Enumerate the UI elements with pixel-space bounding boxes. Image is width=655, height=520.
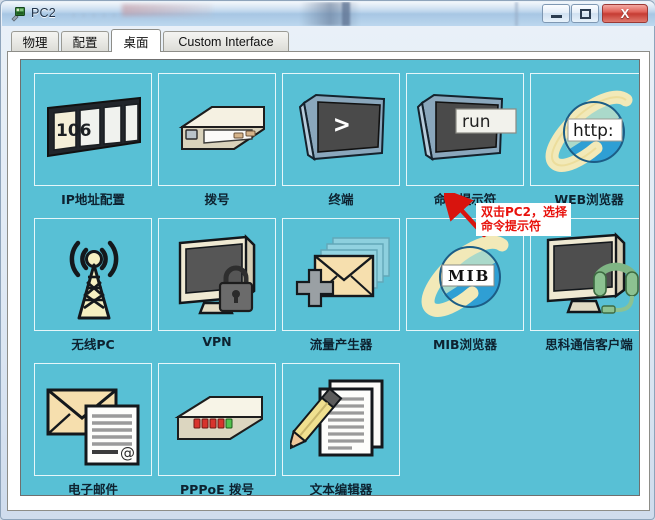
desktop-icon-label: 思科通信客户端 bbox=[545, 337, 633, 352]
window-title-blurred-text: · · · · · bbox=[72, 10, 118, 21]
tab-content-panel: 106 IP地址配置 拨号 > 终端 run 命令提示符 http: WEB浏览… bbox=[7, 51, 650, 511]
desktop-app-email-envelope[interactable]: @ bbox=[34, 363, 152, 476]
titlebar-artifact-pink bbox=[122, 4, 212, 16]
desktop-app-pppoe-dialup[interactable] bbox=[158, 363, 276, 476]
svg-text:@: @ bbox=[120, 444, 135, 462]
web-browser-globe-icon: http: bbox=[531, 74, 639, 187]
titlebar-artifact-dark bbox=[300, 2, 360, 26]
window-titlebar[interactable]: PC2 · · · · · X bbox=[2, 2, 655, 26]
panel-bottom-gap bbox=[8, 501, 649, 510]
annotation-line-1: 双击PC2，选择 bbox=[481, 205, 567, 219]
terminal-monitor-icon: > bbox=[283, 74, 401, 187]
svg-text:MIB: MIB bbox=[448, 267, 490, 285]
desktop-app-text-editor-pencil[interactable] bbox=[282, 363, 400, 476]
desktop-icon-label: 无线PC bbox=[71, 337, 115, 352]
desktop-icon-label: PPPoE 拨号 bbox=[180, 482, 254, 496]
maximize-button[interactable] bbox=[571, 4, 599, 23]
tab-physical[interactable]: 物理 bbox=[11, 31, 59, 51]
command-prompt-icon: run bbox=[407, 74, 525, 187]
desktop-app-command-prompt[interactable]: run bbox=[406, 73, 524, 186]
desktop-icon-label: 终端 bbox=[328, 192, 354, 207]
desktop-app-vpn-monitor-lock[interactable] bbox=[158, 218, 276, 331]
ip-configuration-icon: 106 bbox=[35, 74, 153, 187]
desktop-icon-panel: 106 IP地址配置 拨号 > 终端 run 命令提示符 http: WEB浏览… bbox=[20, 59, 640, 496]
desktop-icon-label: 流量产生器 bbox=[309, 337, 373, 352]
close-button[interactable]: X bbox=[602, 4, 648, 23]
desktop-icon-label: 电子邮件 bbox=[67, 482, 118, 496]
desktop-icon-label: IP地址配置 bbox=[61, 192, 125, 207]
tab-config[interactable]: 配置 bbox=[61, 31, 109, 51]
minimize-button[interactable] bbox=[542, 4, 570, 23]
svg-text:run: run bbox=[462, 112, 491, 132]
tab-bar: 物理 配置 桌面 Custom Interface bbox=[7, 29, 650, 52]
desktop-app-web-browser-globe[interactable]: http: bbox=[530, 73, 639, 187]
email-envelope-icon: @ bbox=[35, 364, 153, 477]
titlebar-artifact-bar bbox=[342, 2, 350, 26]
desktop-app-traffic-generator-mail[interactable] bbox=[282, 218, 400, 331]
tab-label: 物理 bbox=[22, 36, 48, 50]
desktop-app-terminal-monitor[interactable]: > bbox=[282, 73, 400, 186]
instruction-annotation: 双击PC2，选择 命令提示符 bbox=[476, 203, 571, 236]
text-editor-pencil-icon bbox=[283, 364, 401, 477]
tab-label: 配置 bbox=[72, 36, 98, 50]
desktop-app-wireless-antenna[interactable] bbox=[34, 218, 152, 331]
desktop-icon-label: MIB浏览器 bbox=[432, 337, 498, 352]
wireless-antenna-icon bbox=[35, 219, 153, 332]
titlebar-artifact-line bbox=[515, 2, 518, 26]
tab-desktop[interactable]: 桌面 bbox=[111, 29, 161, 52]
svg-text:106: 106 bbox=[56, 121, 92, 141]
packet-tracer-pc-icon bbox=[10, 6, 26, 22]
dial-up-modem-icon bbox=[159, 74, 277, 187]
desktop-icon-label: 拨号 bbox=[204, 192, 230, 207]
pppoe-dialup-icon bbox=[159, 364, 277, 477]
close-icon: X bbox=[620, 6, 630, 21]
traffic-generator-mail-icon bbox=[283, 219, 401, 332]
tab-label: Custom Interface bbox=[178, 34, 274, 49]
svg-text:>: > bbox=[334, 110, 350, 140]
desktop-icon-label: 文本编辑器 bbox=[309, 482, 373, 496]
svg-text:http:: http: bbox=[573, 121, 614, 141]
tab-custom-interface[interactable]: Custom Interface bbox=[163, 31, 289, 51]
pc2-window: PC2 · · · · · X 物理 配置 桌面 Custom Interfac… bbox=[0, 0, 655, 520]
vpn-monitor-lock-icon bbox=[159, 219, 277, 332]
desktop-app-ip-configuration[interactable]: 106 bbox=[34, 73, 152, 186]
maximize-icon bbox=[572, 5, 598, 22]
minimize-icon bbox=[543, 5, 569, 22]
window-title: PC2 bbox=[31, 6, 56, 20]
desktop-app-dial-up-modem[interactable] bbox=[158, 73, 276, 186]
annotation-line-2: 命令提示符 bbox=[481, 219, 542, 233]
tab-label: 桌面 bbox=[123, 35, 149, 50]
desktop-icon-label: VPN bbox=[202, 334, 232, 349]
